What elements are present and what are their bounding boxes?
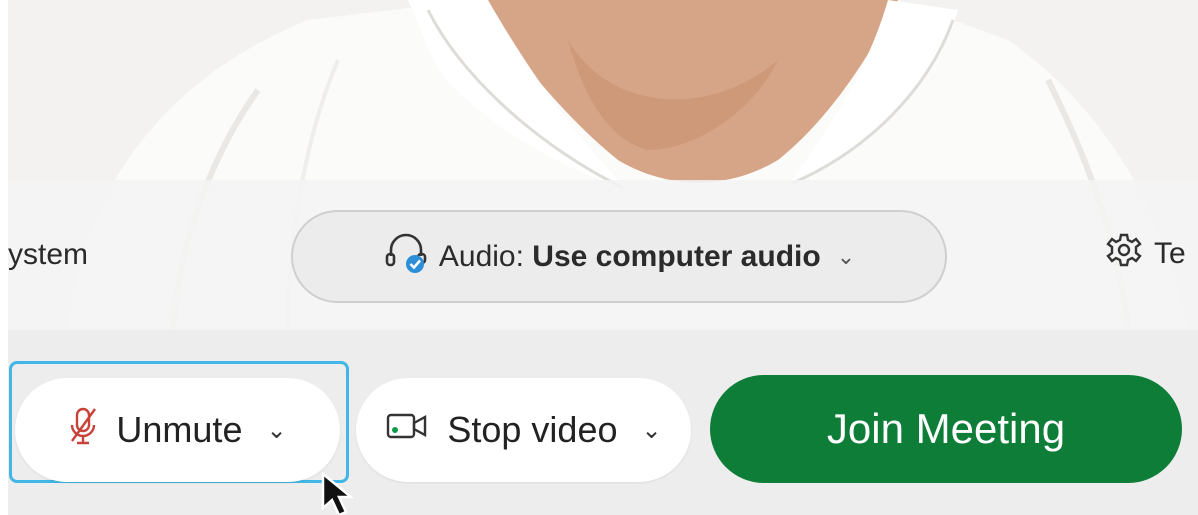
system-option-label[interactable]: ystem [8, 238, 88, 272]
audio-settings-row: ystem Audio: Use computer audio ⌄ Te [8, 210, 1198, 306]
stop-video-label: Stop video [447, 409, 618, 450]
unmute-button[interactable]: Unmute ⌄ [15, 378, 340, 482]
unmute-label: Unmute [116, 409, 243, 450]
chevron-down-icon: ⌄ [836, 243, 856, 269]
join-meeting-label: Join Meeting [826, 405, 1066, 452]
video-camera-icon [385, 409, 429, 451]
audio-selected-value: Use computer audio [532, 239, 821, 273]
audio-dropdown-label: Audio: Use computer audio [439, 240, 821, 274]
chevron-down-icon[interactable]: ⌄ [266, 416, 286, 445]
audio-connection-dropdown[interactable]: Audio: Use computer audio ⌄ [291, 210, 947, 303]
headset-check-icon [383, 230, 429, 284]
join-meeting-button[interactable]: Join Meeting [710, 375, 1182, 483]
test-settings-label: Te [1154, 237, 1186, 270]
meeting-controls-bar: Unmute ⌄ Stop video ⌄ Join Meeting [8, 330, 1198, 515]
chevron-down-icon[interactable]: ⌄ [642, 416, 662, 445]
test-settings-button[interactable]: Te [1106, 232, 1186, 276]
gear-icon [1106, 232, 1142, 276]
muted-microphone-icon [68, 405, 98, 456]
stop-video-button[interactable]: Stop video ⌄ [356, 378, 691, 482]
mouse-pointer-icon [320, 471, 360, 515]
audio-prefix: Audio: [438, 239, 524, 273]
meeting-preview-panel: ystem Audio: Use computer audio ⌄ Te Unm… [8, 0, 1198, 515]
